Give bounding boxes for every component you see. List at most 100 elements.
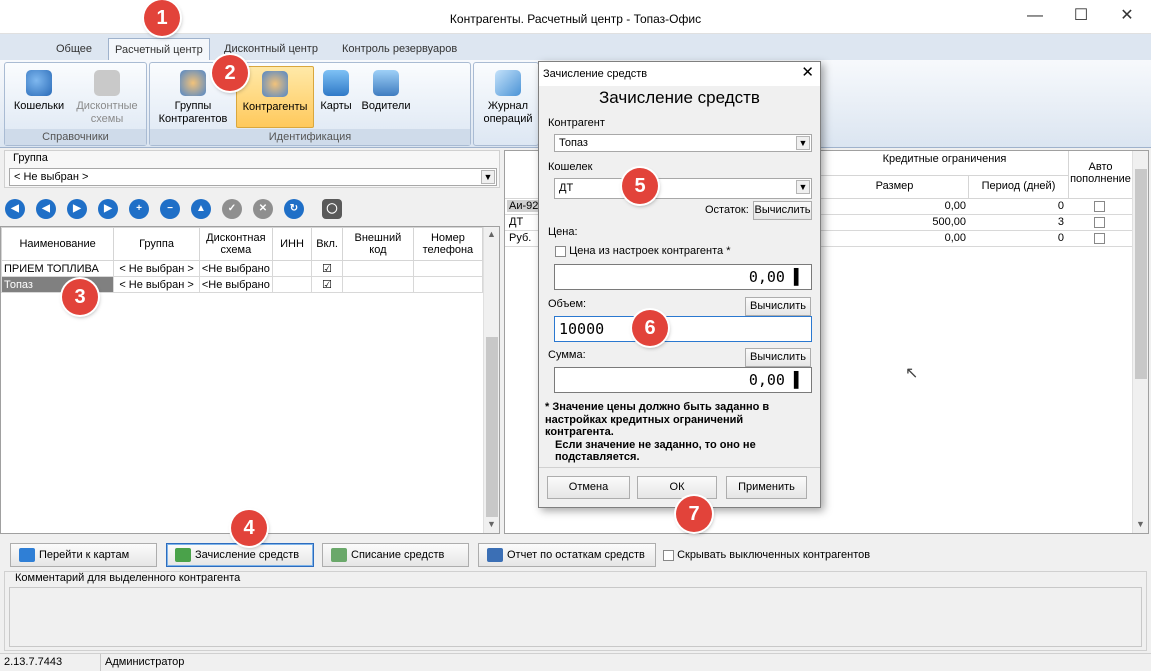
enabled-checkbox[interactable]: ☑ (311, 276, 343, 293)
minimize-icon[interactable]: — (1012, 4, 1058, 28)
confirm-icon[interactable]: ✓ (222, 199, 242, 219)
dialog-heading: Зачисление средств (599, 88, 760, 107)
operations-log-button[interactable]: Журнал операций (478, 66, 538, 128)
auto-refill-checkbox[interactable] (1094, 201, 1105, 212)
hide-disabled-checkbox[interactable]: Скрывать выключенных контрагентов (663, 549, 870, 561)
next-record-icon[interactable]: ▶ (67, 199, 87, 219)
vertical-scrollbar[interactable]: ▼ (1132, 151, 1148, 533)
scroll-down-icon[interactable]: ▼ (487, 519, 496, 529)
auto-refill-checkbox[interactable] (1094, 233, 1105, 244)
sum-field[interactable]: 0,00 ▌ (554, 367, 812, 393)
money-in-icon (175, 548, 191, 562)
people-icon (262, 71, 288, 97)
debit-funds-button[interactable]: Списание средств (322, 543, 469, 567)
calc-sum-button[interactable]: Вычислить (745, 348, 811, 367)
close-icon[interactable]: ✕ (801, 62, 814, 84)
scroll-thumb[interactable] (1135, 169, 1147, 379)
col-inn[interactable]: ИНН (271, 227, 313, 261)
ribbon-group-identification: Группы Контрагентов Контрагенты Карты Во… (149, 62, 471, 146)
go-to-cards-button[interactable]: Перейти к картам (10, 543, 157, 567)
user-label: Администратор (105, 656, 185, 668)
credit-funds-button[interactable]: Зачисление средств (166, 543, 314, 567)
contractors-table-panel: Наименование Группа Дисконтная схема ИНН… (0, 226, 500, 534)
money-out-icon (331, 548, 347, 562)
size-header[interactable]: Размер (821, 175, 968, 199)
discount-schemes-button[interactable]: Дисконтные схемы (71, 66, 143, 128)
scroll-up-icon[interactable]: ▲ (487, 229, 496, 239)
tab-tank-control[interactable]: Контроль резервуаров (336, 38, 463, 60)
col-enabled[interactable]: Вкл. (311, 227, 343, 261)
wallet-select[interactable]: ДТ ▼ (554, 178, 812, 199)
vertical-scrollbar[interactable]: ▲ ▼ (483, 227, 499, 533)
comment-textarea[interactable] (9, 587, 1142, 647)
credit-limits-header: Кредитные ограничения (882, 153, 1007, 165)
checkbox-box[interactable] (555, 245, 566, 257)
add-icon[interactable]: + (129, 199, 149, 219)
cancel-icon[interactable]: ✕ (253, 199, 273, 219)
group-filter-panel: Группа < Не выбран > ▼ (4, 150, 500, 188)
refresh-icon[interactable]: ↻ (284, 199, 304, 219)
step-badge-3: 3 (62, 279, 98, 315)
maximize-icon[interactable]: ☐ (1058, 4, 1104, 28)
col-scheme[interactable]: Дисконтная схема (198, 227, 273, 261)
balance-report-button[interactable]: Отчет по остаткам средств (478, 543, 656, 567)
group-caption: Идентификация (150, 129, 470, 145)
price-label: Цена: (548, 226, 578, 238)
col-phone[interactable]: Номер телефона (412, 227, 484, 261)
apply-button[interactable]: Применить (726, 476, 807, 499)
checkbox-box[interactable] (663, 549, 674, 561)
first-record-icon[interactable]: ◀ (5, 199, 25, 219)
version-label: 2.13.7.7443 (4, 656, 63, 668)
wallet-label: Кошелек (548, 161, 593, 173)
prev-record-icon[interactable]: ◀ (36, 199, 56, 219)
col-name[interactable]: Наименование (0, 227, 115, 261)
contractor-label: Контрагент (548, 117, 605, 129)
card-icon (323, 70, 349, 96)
chevron-down-icon[interactable]: ▼ (481, 170, 495, 184)
close-icon[interactable]: ✕ (1104, 4, 1150, 28)
wallets-button[interactable]: Кошельки (9, 66, 69, 128)
step-badge-1: 1 (144, 0, 180, 36)
up-icon[interactable]: ▲ (191, 199, 211, 219)
contractor-select[interactable]: Топаз ▼ (554, 134, 812, 152)
col-ext-code[interactable]: Внешний код (341, 227, 414, 261)
volume-field[interactable]: 10000 (554, 316, 812, 342)
chevron-down-icon[interactable]: ▼ (796, 136, 810, 150)
step-badge-4: 4 (231, 510, 267, 546)
auto-refill-header[interactable]: Авто пополнение (1068, 151, 1132, 199)
price-field[interactable]: 0,00 ▌ (554, 264, 812, 290)
sum-label: Сумма: (548, 349, 586, 361)
balance-label: Остаток: (705, 204, 749, 216)
remove-icon[interactable]: − (160, 199, 180, 219)
calc-balance-button[interactable]: Вычислить (753, 201, 812, 220)
last-record-icon[interactable]: ▶ (98, 199, 118, 219)
chevron-down-icon[interactable]: ▼ (796, 180, 810, 194)
ok-button[interactable]: ОК (637, 476, 717, 499)
cancel-button[interactable]: Отмена (547, 476, 630, 499)
auto-refill-checkbox[interactable] (1094, 217, 1105, 228)
group-select[interactable]: < Не выбран > ▼ (9, 168, 497, 186)
binoculars-icon[interactable]: ◯ (322, 199, 342, 219)
scroll-thumb[interactable] (486, 337, 498, 517)
cards-button[interactable]: Карты (316, 66, 356, 128)
group-label: Группа (13, 152, 48, 164)
driver-icon (373, 70, 399, 96)
price-from-settings-checkbox[interactable]: Цена из настроек контрагента * (555, 245, 731, 257)
log-icon (495, 70, 521, 96)
enabled-checkbox[interactable]: ☑ (311, 260, 343, 277)
col-group[interactable]: Группа (113, 227, 200, 261)
dialog-title: Зачисление средств (539, 62, 820, 86)
tab-settlement-center[interactable]: Расчетный центр (108, 38, 210, 60)
table-row[interactable]: ПРИЕМ ТОПЛИВА < Не выбран > <Не выбрано … (0, 260, 484, 277)
period-header[interactable]: Период (дней) (968, 175, 1068, 199)
discount-icon (94, 70, 120, 96)
comment-panel: Комментарий для выделенного контрагента (4, 571, 1147, 651)
ribbon-tabs: Общее Расчетный центр Дисконтный центр К… (0, 34, 1151, 60)
status-bar: 2.13.7.7443 Администратор (0, 653, 1151, 671)
scroll-down-icon[interactable]: ▼ (1136, 519, 1145, 529)
drivers-button[interactable]: Водители (358, 66, 414, 128)
calc-volume-button[interactable]: Вычислить (745, 297, 811, 316)
people-group-icon (180, 70, 206, 96)
volume-label: Объем: (548, 298, 587, 310)
tab-general[interactable]: Общее (50, 38, 98, 60)
